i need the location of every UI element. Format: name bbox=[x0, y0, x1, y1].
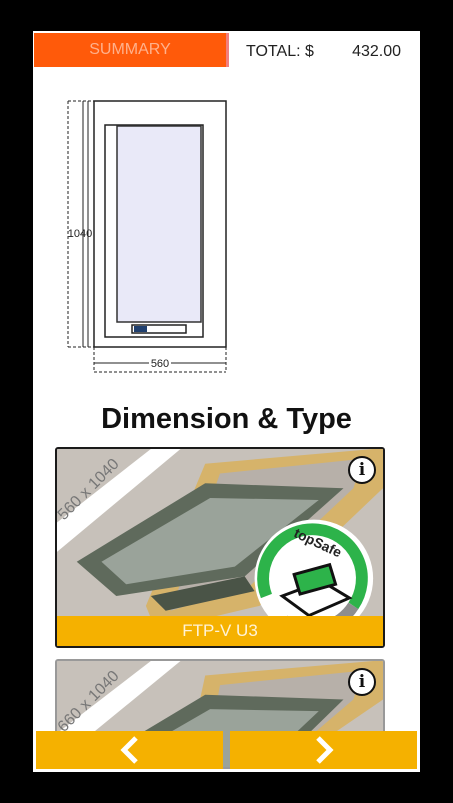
height-dimension-label: 1040 bbox=[68, 228, 92, 240]
width-dimension-label: 560 bbox=[151, 358, 169, 370]
header-bar: SUMMARY TOTAL: $ 432.00 bbox=[33, 31, 420, 69]
previous-button[interactable] bbox=[36, 731, 223, 769]
chevron-left-icon bbox=[119, 736, 138, 764]
total-value: 432.00 bbox=[352, 43, 401, 60]
info-icon[interactable]: i bbox=[348, 668, 376, 696]
app-window: SUMMARY TOTAL: $ 432.00 1040 560 Dimensi… bbox=[33, 31, 420, 772]
chevron-right-icon bbox=[315, 736, 334, 764]
summary-button[interactable]: SUMMARY bbox=[34, 33, 229, 67]
next-button[interactable] bbox=[230, 731, 417, 769]
product-card[interactable]: topSafe 560 x 1040 i FTP-V U3 bbox=[55, 447, 385, 648]
info-icon[interactable]: i bbox=[348, 456, 376, 484]
product-name: FTP-V U3 bbox=[57, 616, 383, 646]
window-diagram: 1040 560 bbox=[67, 100, 227, 373]
section-title: Dimension & Type bbox=[101, 403, 352, 435]
total-label: TOTAL: $ bbox=[246, 43, 314, 60]
